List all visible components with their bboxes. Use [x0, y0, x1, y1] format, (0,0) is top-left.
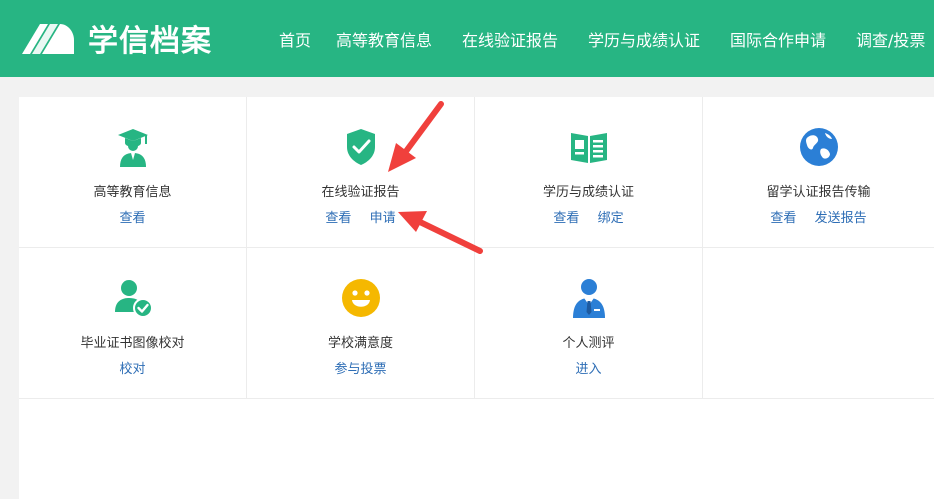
nav-home[interactable]: 首页 — [279, 27, 311, 51]
service-title: 留学认证报告传输 — [766, 185, 871, 200]
vote-link[interactable]: 参与投票 — [334, 362, 386, 377]
service-title: 个人测评 — [562, 336, 615, 351]
shield-check-icon — [339, 125, 383, 169]
view-link[interactable]: 查看 — [553, 211, 579, 226]
certificate-book-icon — [567, 125, 611, 169]
enter-link[interactable]: 进入 — [575, 362, 601, 377]
service-panel: 高等教育信息 查看 在线验证报告 查看 申请 学历与成绩认证 查看 绑定 留学认… — [19, 97, 934, 499]
service-title: 高等教育信息 — [93, 185, 172, 200]
check-link[interactable]: 校对 — [119, 362, 145, 377]
view-link[interactable]: 查看 — [119, 211, 145, 226]
smiley-icon — [339, 276, 383, 320]
service-links: 查看 发送报告 — [703, 207, 934, 226]
nav-survey-vote[interactable]: 调查/投票 — [856, 27, 925, 51]
view-link[interactable]: 查看 — [325, 211, 351, 226]
send-report-link[interactable]: 发送报告 — [815, 211, 867, 226]
user-check-icon — [111, 276, 155, 320]
service-links: 进入 — [475, 358, 702, 377]
globe-icon — [797, 125, 841, 169]
service-study-abroad-transfer: 留学认证报告传输 查看 发送报告 — [703, 97, 934, 248]
view-link[interactable]: 查看 — [770, 211, 796, 226]
nav-higher-education[interactable]: 高等教育信息 — [336, 27, 432, 51]
business-person-icon — [567, 276, 611, 320]
service-title: 学校满意度 — [327, 336, 393, 351]
graduate-icon — [111, 125, 155, 169]
service-personal-assessment: 个人测评 进入 — [475, 248, 703, 399]
service-links: 查看 申请 — [247, 207, 474, 226]
empty-cell — [703, 248, 934, 399]
service-degree-certification: 学历与成绩认证 查看 绑定 — [475, 97, 703, 248]
service-links: 查看 — [19, 207, 246, 226]
nav-international-cooperation[interactable]: 国际合作申请 — [730, 27, 826, 51]
bind-link[interactable]: 绑定 — [598, 211, 624, 226]
apply-link[interactable]: 申请 — [370, 211, 396, 226]
nav-online-verification[interactable]: 在线验证报告 — [462, 27, 558, 51]
brand-name: 学信档案 — [88, 24, 212, 59]
service-diploma-image-check: 毕业证书图像校对 校对 — [19, 248, 247, 399]
service-title: 学历与成绩认证 — [542, 185, 634, 200]
nav-degree-certification[interactable]: 学历与成绩认证 — [588, 27, 700, 51]
service-title: 在线验证报告 — [321, 185, 400, 200]
service-links: 查看 绑定 — [475, 207, 702, 226]
top-header: 学信档案 首页 高等教育信息 在线验证报告 学历与成绩认证 国际合作申请 调查/… — [0, 0, 934, 77]
service-title: 毕业证书图像校对 — [80, 336, 185, 351]
service-school-satisfaction: 学校满意度 参与投票 — [247, 248, 475, 399]
service-links: 参与投票 — [247, 358, 474, 377]
service-higher-education: 高等教育信息 查看 — [19, 97, 247, 248]
service-links: 校对 — [19, 358, 246, 377]
brand-logo[interactable]: 学信档案 — [18, 16, 212, 60]
book-logo-icon — [22, 24, 74, 54]
service-online-verification: 在线验证报告 查看 申请 — [247, 97, 475, 248]
